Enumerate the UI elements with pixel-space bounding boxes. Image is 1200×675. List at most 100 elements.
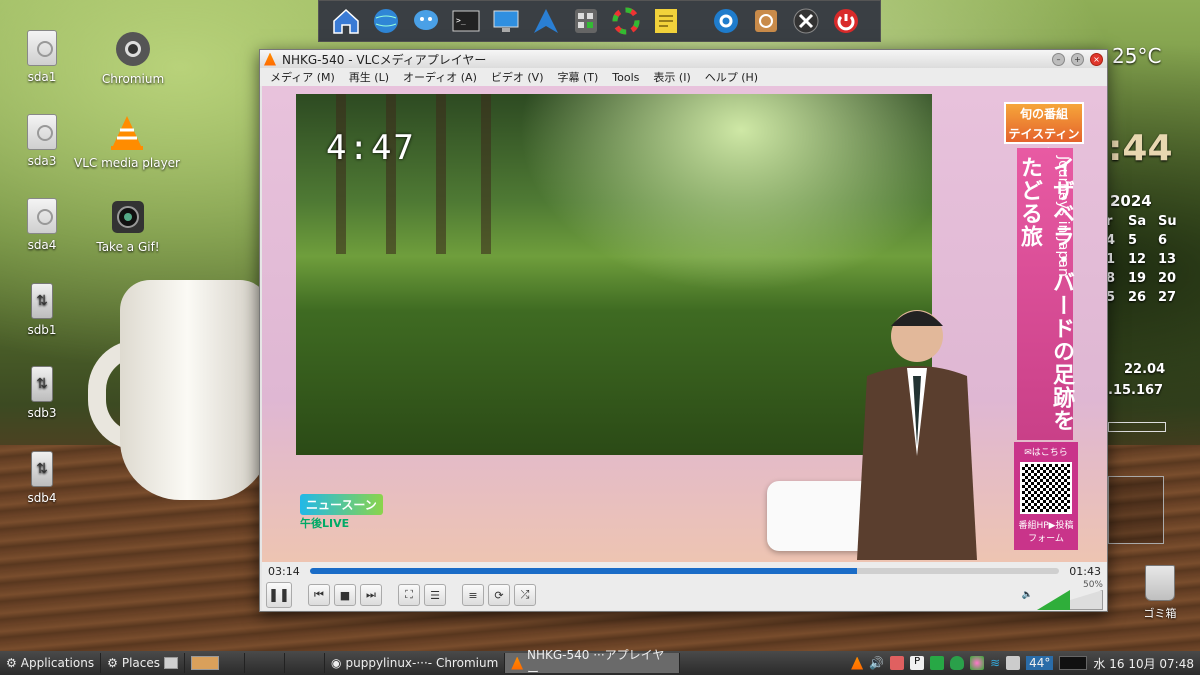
trash-icon	[1145, 565, 1175, 601]
fullscreen-button[interactable]: ⛶	[398, 584, 420, 606]
qr-code	[1020, 462, 1072, 514]
program-tag: 旬の番組 テイスティング	[1004, 102, 1084, 161]
menu-tools[interactable]: Tools	[612, 71, 639, 84]
calendar-day-header: r	[1106, 214, 1113, 229]
calendar-day-header: Su	[1158, 214, 1177, 229]
net-graph	[1108, 476, 1164, 544]
shuffle-button[interactable]: ⤮	[514, 584, 536, 606]
chat-icon[interactable]	[409, 4, 443, 38]
workspace-1[interactable]	[185, 653, 245, 673]
clipboard-icon[interactable]: P	[910, 656, 925, 670]
memory-icon[interactable]	[930, 656, 945, 670]
menu-view[interactable]: 表示 (I)	[653, 69, 690, 85]
firewall-shield-icon[interactable]	[950, 656, 965, 670]
menu-video[interactable]: ビデオ (V)	[491, 69, 544, 85]
taskbar: ⚙ Applications ⚙ Places ◉ puppylinux-···…	[0, 648, 1200, 675]
extended-settings-button[interactable]: ☰	[424, 584, 446, 606]
tools-icon[interactable]	[789, 4, 823, 38]
desktop-icon-sdb3[interactable]: ⇅ sdb3	[0, 366, 97, 420]
color-icon[interactable]	[970, 656, 985, 670]
taskbar-item-vlc[interactable]: NHKG-540 ···アプレイヤー	[505, 648, 681, 675]
clock-minutes: :44	[1108, 128, 1173, 169]
remaining-time[interactable]: 01:43	[1069, 565, 1101, 578]
maximize-button[interactable]: +	[1071, 52, 1084, 66]
home-icon[interactable]	[329, 4, 363, 38]
countdown-overlay: 4:47	[326, 128, 416, 168]
minimize-button[interactable]: –	[1052, 52, 1065, 66]
package-manager-icon[interactable]	[749, 4, 783, 38]
qr-caption: 番組HP▶投稿フォーム	[1018, 521, 1074, 544]
taskbar-item-chromium[interactable]: ◉ puppylinux-···- Chromium	[325, 653, 506, 673]
calendar-year: 2024	[1110, 192, 1152, 210]
file-manager-icon[interactable]	[164, 657, 178, 669]
menu-bar: メディア (M) 再生 (L) オーディオ (A) ビデオ (V) 字幕 (T)…	[260, 68, 1107, 86]
close-button[interactable]: ×	[1090, 52, 1103, 66]
wifi-icon[interactable]: ≋	[990, 656, 1000, 670]
calendar-day: 19	[1128, 271, 1147, 286]
monitor-icon[interactable]	[489, 4, 523, 38]
menu-help[interactable]: ヘルプ (H)	[705, 69, 758, 85]
menu-playback[interactable]: 再生 (L)	[349, 69, 389, 85]
desktop-icon-label: ゴミ箱	[1143, 607, 1177, 620]
logo-subtext: 午後LIVE	[300, 517, 350, 530]
desktop-icon-sdb4[interactable]: ⇅ sdb4	[0, 451, 97, 505]
desktop-icon-chromium[interactable]: Chromium	[78, 30, 188, 86]
taskbar-item-label: puppylinux-···- Chromium	[345, 656, 499, 670]
arch-launcher-icon[interactable]	[529, 4, 563, 38]
previous-button[interactable]: ⏮	[308, 584, 330, 606]
globe-icon[interactable]	[369, 4, 403, 38]
elapsed-time: 03:14	[268, 564, 300, 578]
video-area[interactable]: 4:47 旬の番組 テイスティング イザベラ・バードの足跡をたどる旅 Journ…	[262, 86, 1107, 610]
desktop-icon-label: sda3	[27, 154, 57, 168]
logo-text: ニュースーン	[300, 494, 383, 515]
vlc-window[interactable]: NHKG-540 - VLCメディアプレイヤー – + × メディア (M) 再…	[259, 49, 1108, 612]
qr-panel: ✉はこちら 番組HP▶投稿フォーム	[1014, 442, 1078, 550]
vlc-cone-icon	[264, 52, 276, 66]
speaker-icon[interactable]: 🔈	[1022, 590, 1033, 600]
drive-tray-icon[interactable]	[1006, 656, 1021, 670]
notes-icon[interactable]	[649, 4, 683, 38]
drive-icon	[27, 30, 57, 66]
presenter-figure	[857, 310, 977, 560]
usb-icon: ⇅	[31, 283, 53, 319]
volume-tray-icon[interactable]: 🔊	[869, 656, 884, 670]
workspace-3[interactable]	[285, 653, 325, 673]
desktop-icon-label: sdb1	[27, 323, 57, 337]
applications-menu[interactable]: ⚙ Applications	[0, 653, 102, 673]
seek-row: 03:14 01:43	[262, 562, 1107, 580]
places-menu[interactable]: ⚙ Places	[101, 653, 185, 673]
meter-bar	[1108, 422, 1166, 432]
desktop-icon-vlc[interactable]: VLC media player	[72, 114, 182, 170]
menu-audio[interactable]: オーディオ (A)	[403, 69, 477, 85]
menu-subtitle[interactable]: 字幕 (T)	[557, 69, 598, 85]
seek-slider[interactable]	[309, 568, 1060, 574]
desktop-icon-trash[interactable]: ゴミ箱	[1130, 565, 1190, 621]
stop-button[interactable]: ■	[334, 584, 356, 606]
power-icon[interactable]	[829, 4, 863, 38]
terminal-icon[interactable]: >_	[449, 4, 483, 38]
vlc-tray-icon[interactable]	[851, 656, 864, 670]
battery-icon[interactable]	[890, 656, 905, 670]
camera-icon	[112, 201, 144, 233]
playlist-button[interactable]: ≡	[462, 584, 484, 606]
wallpaper-cup	[120, 280, 270, 500]
taskbar-item-label: NHKG-540 ···アプレイヤー	[527, 648, 665, 675]
settings-icon[interactable]	[709, 4, 743, 38]
loop-button[interactable]: ⟳	[488, 584, 510, 606]
calendar-day: 27	[1158, 290, 1177, 305]
menu-media[interactable]: メディア (M)	[270, 69, 335, 85]
volume-control[interactable]: 🔈 50%	[1022, 580, 1103, 610]
window-titlebar[interactable]: NHKG-540 - VLCメディアプレイヤー – + ×	[260, 50, 1107, 68]
pause-button[interactable]: ❚❚	[266, 582, 292, 608]
color-wheel-icon[interactable]	[609, 4, 643, 38]
calculator-icon[interactable]	[569, 4, 603, 38]
next-button[interactable]: ⏭	[360, 584, 382, 606]
calendar-day: 5	[1128, 233, 1138, 248]
calendar-day-header: Sa	[1128, 214, 1147, 229]
workspace-2[interactable]	[245, 653, 285, 673]
clock-datetime[interactable]: 水 16 10月 07:48	[1093, 655, 1194, 672]
desktop-icon-sdb1[interactable]: ⇅ sdb1	[0, 283, 97, 337]
volume-slider[interactable]	[1037, 590, 1103, 610]
usb-icon: ⇅	[31, 366, 53, 402]
desktop-icon-take-a-gif[interactable]: Take a Gif!	[73, 198, 183, 254]
